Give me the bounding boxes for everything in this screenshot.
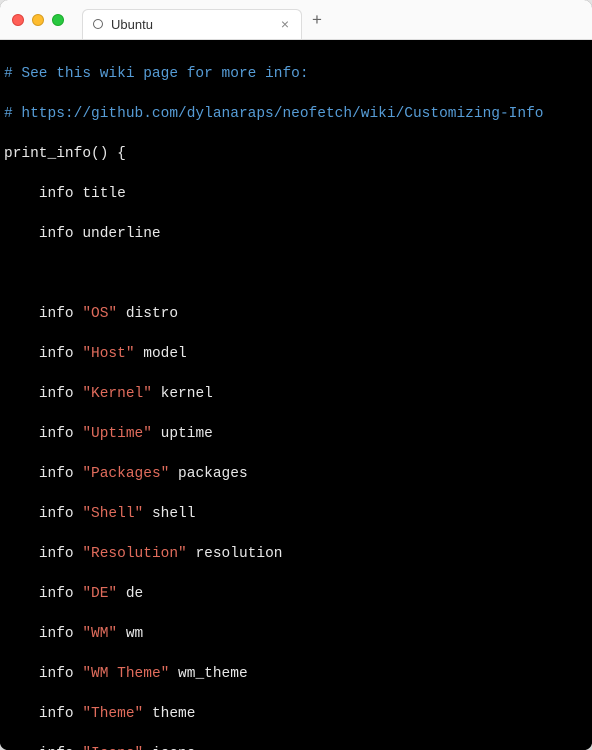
tab-title: Ubuntu	[111, 17, 273, 32]
var: packages	[178, 466, 248, 482]
kw-info: info	[39, 386, 74, 402]
tab-ubuntu[interactable]: Ubuntu ×	[82, 9, 302, 39]
code-fn-open: print_info() {	[4, 146, 126, 162]
close-window-button[interactable]	[12, 14, 24, 26]
terminal-window: Ubuntu × + # See this wiki page for more…	[0, 0, 592, 750]
close-tab-icon[interactable]: ×	[281, 17, 289, 31]
titlebar: Ubuntu × +	[0, 0, 592, 40]
var: icons	[152, 746, 196, 750]
str: "Host"	[82, 346, 134, 362]
kw-info: info	[39, 506, 74, 522]
code-call: info underline	[39, 226, 161, 242]
kw-info: info	[39, 306, 74, 322]
str: "OS"	[82, 306, 117, 322]
var: distro	[126, 306, 178, 322]
kw-info: info	[39, 626, 74, 642]
str: "Kernel"	[82, 386, 152, 402]
str: "Icons"	[82, 746, 143, 750]
var: theme	[152, 706, 196, 722]
var: shell	[152, 506, 196, 522]
str: "Packages"	[82, 466, 169, 482]
var: uptime	[161, 426, 213, 442]
str: "Shell"	[82, 506, 143, 522]
kw-info: info	[39, 546, 74, 562]
str: "Uptime"	[82, 426, 152, 442]
kw-info: info	[39, 586, 74, 602]
code-call: info title	[39, 186, 126, 202]
str: "Resolution"	[82, 546, 186, 562]
str: "DE"	[82, 586, 117, 602]
tab-favicon	[93, 19, 103, 29]
var: wm	[126, 626, 143, 642]
kw-info: info	[39, 706, 74, 722]
kw-info: info	[39, 426, 74, 442]
kw-info: info	[39, 346, 74, 362]
new-tab-button[interactable]: +	[312, 11, 322, 28]
var: kernel	[161, 386, 213, 402]
terminal-body[interactable]: # See this wiki page for more info: # ht…	[0, 40, 592, 750]
minimize-window-button[interactable]	[32, 14, 44, 26]
kw-info: info	[39, 466, 74, 482]
var: wm_theme	[178, 666, 248, 682]
var: resolution	[195, 546, 282, 562]
zoom-window-button[interactable]	[52, 14, 64, 26]
code-comment: # See this wiki page for more info:	[4, 66, 309, 82]
str: "Theme"	[82, 706, 143, 722]
code-comment: # https://github.com/dylanaraps/neofetch…	[4, 106, 544, 122]
str: "WM Theme"	[82, 666, 169, 682]
kw-info: info	[39, 666, 74, 682]
var: de	[126, 586, 143, 602]
str: "WM"	[82, 626, 117, 642]
var: model	[143, 346, 187, 362]
kw-info: info	[39, 746, 74, 750]
window-controls	[12, 14, 64, 26]
